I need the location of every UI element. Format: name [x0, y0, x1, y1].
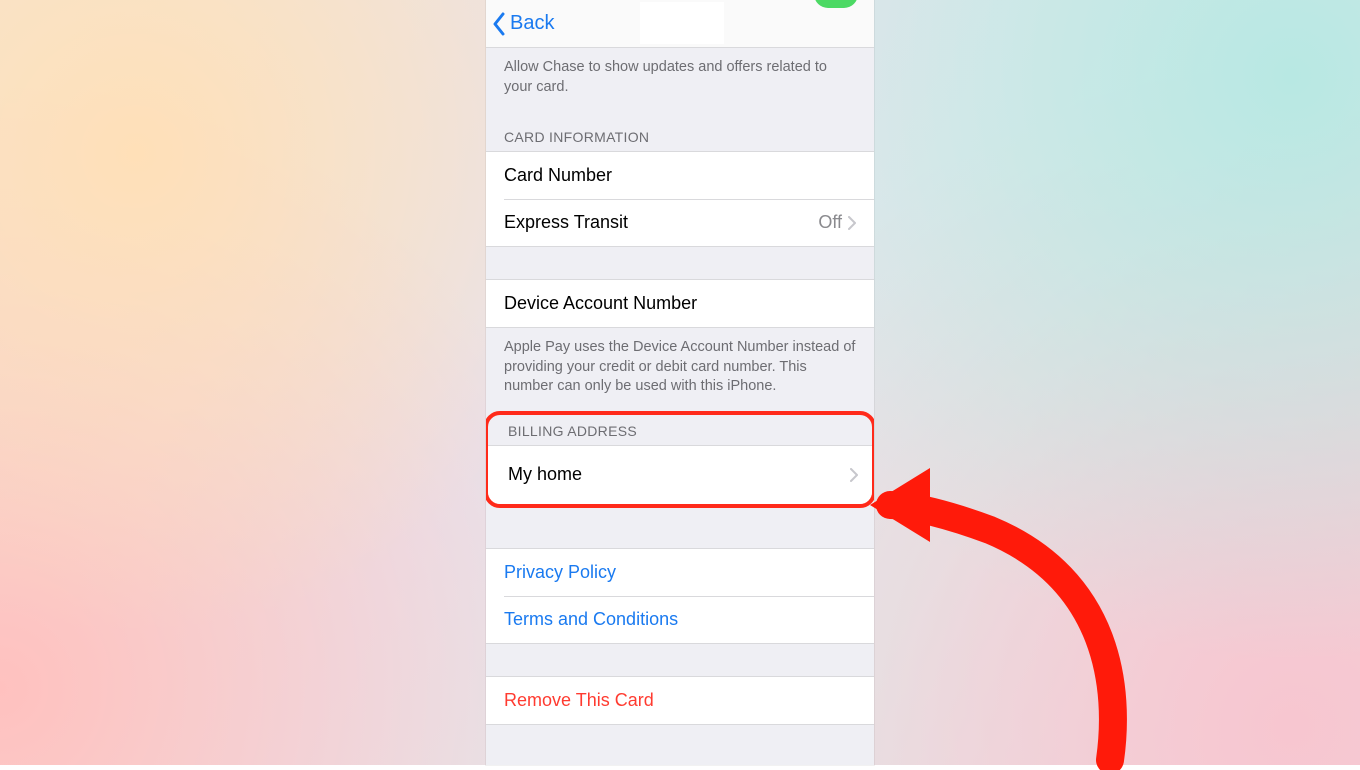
chevron-right-icon — [848, 216, 856, 230]
card-number-row[interactable]: Card Number — [486, 152, 874, 199]
card-number-label: Card Number — [504, 165, 856, 186]
device-account-group: Device Account Number — [486, 279, 874, 328]
billing-address-header: BILLING ADDRESS — [488, 417, 872, 445]
device-account-footer: Apple Pay uses the Device Account Number… — [486, 328, 874, 411]
remove-card-label: Remove This Card — [504, 690, 856, 711]
device-account-number-row[interactable]: Device Account Number — [486, 280, 874, 327]
billing-address-row[interactable]: My home — [488, 446, 872, 504]
nav-title-mask — [640, 2, 724, 44]
remove-this-card-row[interactable]: Remove This Card — [486, 677, 874, 724]
privacy-policy-label: Privacy Policy — [504, 562, 856, 583]
privacy-policy-row[interactable]: Privacy Policy — [486, 549, 874, 596]
card-info-group: Card Number Express Transit Off — [486, 151, 874, 247]
billing-address-highlight: BILLING ADDRESS My home — [486, 411, 874, 508]
back-label: Back — [510, 12, 554, 35]
billing-address-group: My home — [488, 445, 872, 504]
remove-card-group: Remove This Card — [486, 676, 874, 725]
terms-and-conditions-row[interactable]: Terms and Conditions — [486, 596, 874, 643]
legal-group: Privacy Policy Terms and Conditions — [486, 548, 874, 644]
chevron-right-icon — [850, 468, 858, 482]
back-button[interactable]: Back — [492, 12, 554, 36]
chevron-left-icon — [492, 12, 506, 36]
device-account-number-label: Device Account Number — [504, 293, 856, 314]
nav-bar: Back — [486, 0, 874, 48]
express-transit-value: Off — [818, 212, 842, 233]
terms-label: Terms and Conditions — [504, 609, 856, 630]
phone-frame: Back Allow Chase to show updates and off… — [486, 0, 874, 765]
toggle-partial[interactable] — [814, 0, 858, 8]
card-information-header: CARD INFORMATION — [486, 111, 874, 151]
billing-address-value: My home — [508, 464, 850, 485]
express-transit-label: Express Transit — [504, 212, 818, 233]
chase-offers-footer: Allow Chase to show updates and offers r… — [486, 48, 874, 111]
express-transit-row[interactable]: Express Transit Off — [486, 199, 874, 246]
